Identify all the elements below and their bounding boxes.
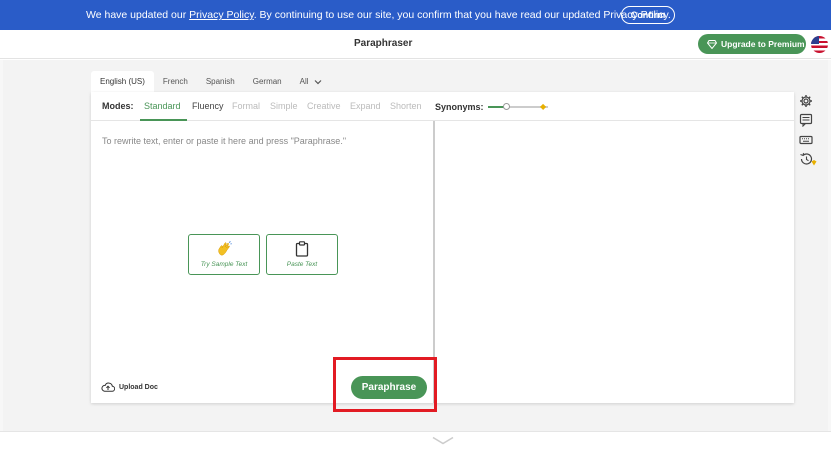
mode-fluency[interactable]: Fluency bbox=[192, 101, 224, 111]
tab-german[interactable]: German bbox=[244, 71, 291, 92]
waving-hand-icon bbox=[218, 241, 232, 256]
privacy-policy-link[interactable]: Privacy Policy bbox=[189, 9, 254, 21]
banner-text-before: We have updated our bbox=[86, 9, 190, 21]
try-sample-text-button[interactable]: Try Sample Text bbox=[188, 234, 260, 275]
input-placeholder[interactable]: To rewrite text, enter or paste it here … bbox=[102, 136, 346, 146]
history-icon[interactable] bbox=[799, 152, 817, 166]
highlight-box bbox=[333, 357, 437, 412]
tab-english-us[interactable]: English (US) bbox=[91, 71, 154, 92]
synonyms-label: Synonyms: bbox=[435, 102, 484, 112]
modes-label: Modes: bbox=[102, 101, 134, 111]
tab-spanish[interactable]: Spanish bbox=[197, 71, 244, 92]
upload-doc-button[interactable]: Upload Doc bbox=[101, 382, 158, 392]
mode-shorten[interactable]: Shorten bbox=[390, 101, 422, 111]
us-flag-icon[interactable] bbox=[811, 36, 828, 53]
gear-icon[interactable] bbox=[799, 94, 813, 108]
chevron-down-icon[interactable] bbox=[432, 436, 454, 445]
active-mode-underline bbox=[140, 119, 187, 121]
mode-formal[interactable]: Formal bbox=[232, 101, 260, 111]
confirm-button[interactable]: Confirm bbox=[621, 6, 675, 24]
page-footer bbox=[0, 431, 831, 466]
cloud-upload-icon bbox=[101, 382, 115, 392]
paste-text-button[interactable]: Paste Text bbox=[266, 234, 338, 275]
left-edge bbox=[0, 60, 3, 431]
paste-text-label: Paste Text bbox=[286, 261, 318, 268]
language-tabs: English (US) French Spanish German All bbox=[91, 71, 331, 92]
chevron-down-icon bbox=[314, 79, 321, 84]
page-title: Paraphraser bbox=[354, 38, 413, 49]
comment-icon[interactable] bbox=[799, 113, 813, 127]
upload-doc-label: Upload Doc bbox=[119, 383, 158, 391]
mode-expand[interactable]: Expand bbox=[350, 101, 381, 111]
synonyms-slider-handle[interactable] bbox=[503, 103, 510, 110]
upgrade-premium-label: Upgrade to Premium bbox=[721, 39, 805, 49]
premium-diamond-icon: ◆ bbox=[540, 102, 547, 111]
tab-french[interactable]: French bbox=[154, 71, 197, 92]
app-header: Paraphraser Upgrade to Premium bbox=[0, 30, 831, 59]
synonyms-slider[interactable]: ◆ bbox=[488, 102, 548, 111]
mode-standard[interactable]: Standard bbox=[144, 101, 181, 111]
banner-text-after: . By continuing to use our site, you con… bbox=[253, 9, 671, 21]
tab-all-label: All bbox=[299, 77, 309, 86]
tab-all[interactable]: All bbox=[291, 71, 331, 92]
modes-toolbar: Modes: Standard Fluency Formal Simple Cr… bbox=[91, 92, 794, 121]
mode-creative[interactable]: Creative bbox=[307, 101, 341, 111]
banner-text: We have updated our Privacy Policy. By c… bbox=[86, 9, 671, 21]
keyboard-icon[interactable] bbox=[799, 133, 813, 147]
diamond-icon bbox=[707, 39, 717, 49]
paraphraser-panel: Modes: Standard Fluency Formal Simple Cr… bbox=[91, 92, 794, 403]
mode-simple[interactable]: Simple bbox=[270, 101, 298, 111]
upgrade-premium-button[interactable]: Upgrade to Premium bbox=[698, 34, 806, 54]
try-sample-text-label: Try Sample Text bbox=[200, 261, 248, 268]
privacy-banner: We have updated our Privacy Policy. By c… bbox=[0, 0, 831, 30]
clipboard-icon bbox=[295, 241, 309, 257]
